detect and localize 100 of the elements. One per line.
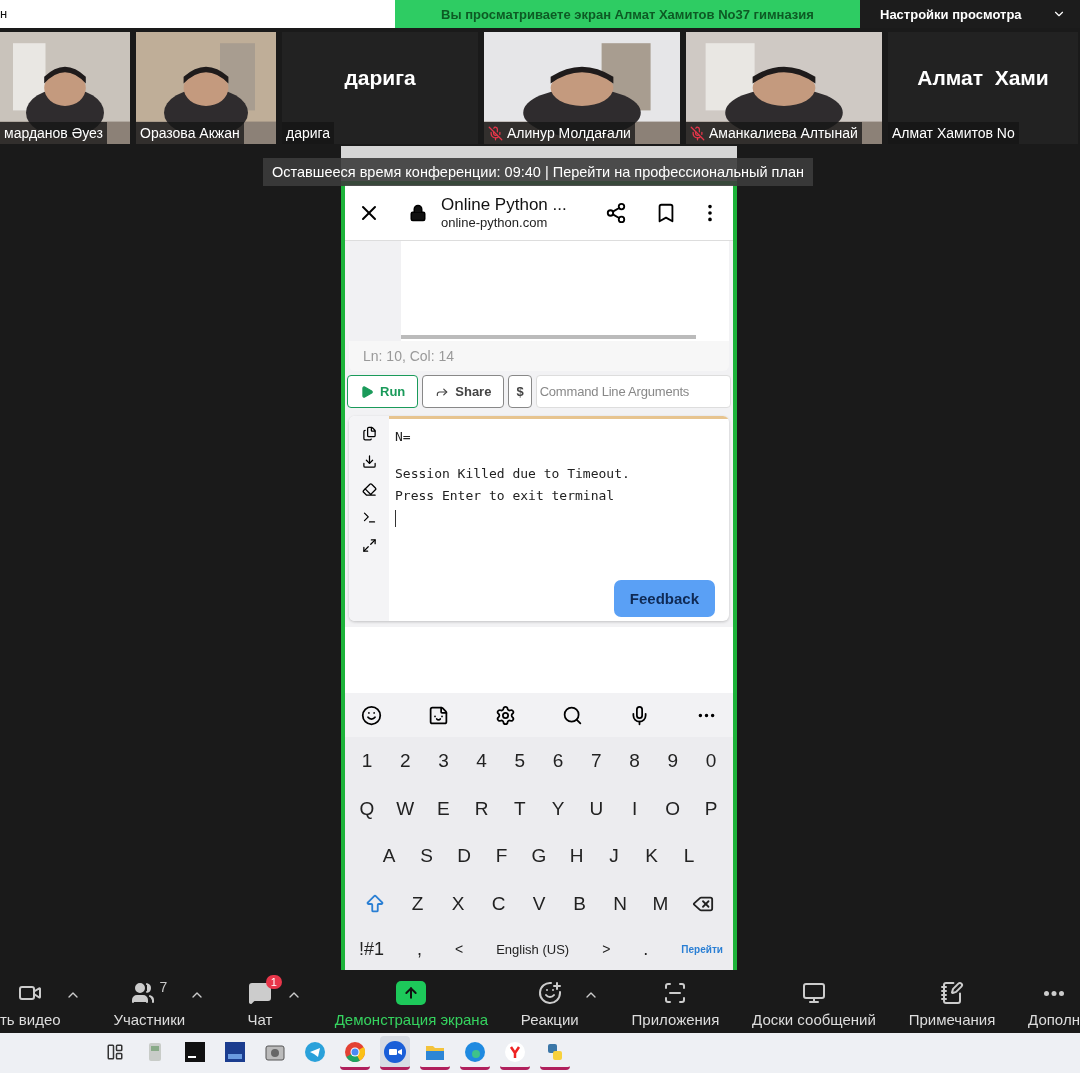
symbols-key[interactable]: !#1 [359, 938, 385, 960]
apps-icon [663, 981, 688, 1005]
run-button[interactable]: Run [347, 375, 419, 408]
arguments-field[interactable]: Command Line Arguments [535, 375, 731, 408]
keyboard-key[interactable]: K [637, 845, 666, 868]
smile-plus-icon [537, 981, 562, 1005]
terminal-line: Session Killed due to Timeout. [395, 466, 631, 481]
notebook-icon [939, 981, 964, 1005]
keyboard-key[interactable]: F [487, 845, 516, 868]
keyboard-key[interactable]: T [505, 797, 534, 820]
keyboard-key[interactable]: 7 [582, 749, 611, 772]
chat-icon [247, 981, 272, 1005]
unread-badge: 1 [265, 975, 282, 989]
settings-icon[interactable] [495, 704, 516, 726]
toolbar-button[interactable]: ть видео [0, 975, 61, 1028]
terminal-line: Press Enter to exit terminal [395, 488, 616, 503]
previous-language-key[interactable]: < [455, 941, 464, 957]
play-icon [360, 384, 374, 399]
sticker-icon[interactable] [428, 704, 449, 726]
share-screen-icon [396, 981, 427, 1005]
toolbar-button[interactable]: Доски сообщений [752, 975, 876, 1028]
keyboard-key[interactable]: J [600, 845, 628, 868]
copy-icon[interactable] [361, 426, 377, 441]
keyboard-key[interactable]: G [525, 845, 553, 868]
terminal-icon[interactable] [361, 510, 377, 525]
keyboard-key[interactable]: 3 [429, 749, 458, 772]
participant-display-name: дарига [344, 66, 416, 90]
keyboard-key[interactable]: L [675, 845, 703, 868]
keyboard-key[interactable]: W [391, 797, 420, 820]
participant-tile[interactable]: Алинур Молдағали [484, 32, 680, 144]
taskbar-app[interactable] [380, 1036, 410, 1070]
participant-tile[interactable]: Оразова Акжан [136, 32, 276, 144]
drive-icon [147, 1041, 163, 1062]
keyboard-key[interactable]: Q [353, 797, 381, 820]
participant-tile[interactable]: Аманкалиева Алтынай [686, 32, 882, 144]
keyboard-key[interactable]: B [565, 893, 594, 916]
participant-name: дарига [282, 122, 335, 144]
feedback-button[interactable]: Feedback [613, 580, 715, 617]
toolbar-button[interactable]: 1 Чат [237, 975, 282, 1028]
keyboard-key[interactable]: 2 [391, 749, 420, 772]
terminal-line: N= [395, 429, 412, 444]
camera-icon [265, 1042, 285, 1061]
keyboard-key[interactable]: 9 [658, 749, 687, 772]
keyboard-key[interactable]: 6 [544, 749, 573, 772]
keyboard-key[interactable]: E [429, 797, 458, 820]
toolbar-button[interactable]: Дополн [1028, 975, 1080, 1028]
keyboard-key[interactable]: N [606, 893, 634, 916]
keyboard-key[interactable]: R [467, 797, 496, 820]
keyboard-key[interactable]: M [646, 893, 675, 916]
keyboard-key[interactable]: V [525, 893, 553, 916]
participant-name: Оразова Акжан [136, 122, 244, 144]
keyboard-key[interactable]: 1 [353, 749, 381, 772]
share-icon[interactable] [605, 201, 627, 224]
browser-icon [465, 1041, 485, 1062]
download-icon[interactable] [361, 454, 377, 469]
participant-name: Аманкалиева Алтынай [686, 122, 862, 144]
keyboard-key[interactable]: Y [544, 797, 573, 820]
participant-tile[interactable]: дарига дарига [282, 32, 478, 144]
more-icon [1044, 990, 1064, 996]
participant-name: марданов Әуез [0, 122, 107, 144]
toolbar-button[interactable]: Демонстрация экрана [334, 975, 488, 1028]
eraser-icon[interactable] [361, 482, 377, 497]
keyboard-key[interactable]: H [562, 845, 591, 868]
keyboard-key[interactable]: 0 [696, 749, 725, 772]
keyboard-key[interactable]: D [450, 845, 478, 868]
dollar-button[interactable]: $ [508, 375, 532, 408]
space-key[interactable]: English (US) [496, 941, 570, 957]
participant-display-name: Алмат Хами [917, 66, 1049, 90]
video-app-icon [384, 1040, 406, 1063]
keyboard-key[interactable]: 5 [505, 749, 534, 772]
toolbar-button[interactable]: 7 Участники [113, 975, 186, 1028]
text-cursor [395, 510, 396, 527]
toolbar-button[interactable]: Реакции [520, 975, 579, 1028]
keyboard-key[interactable]: I [620, 797, 649, 820]
view-settings-button[interactable]: Настройки просмотра [860, 0, 1080, 28]
share-button[interactable]: Share [422, 375, 505, 408]
expand-icon[interactable] [361, 538, 377, 553]
keyboard-key[interactable]: U [582, 797, 611, 820]
toolbar-button[interactable]: Приложения [631, 975, 720, 1028]
search-icon[interactable] [562, 704, 583, 726]
comma-key[interactable]: , [417, 938, 423, 960]
next-language-key[interactable]: > [602, 941, 611, 957]
keyboard-key[interactable]: S [412, 845, 441, 868]
go-key[interactable]: Перейти [681, 943, 723, 955]
smile-icon[interactable] [361, 704, 382, 726]
period-key[interactable]: . [643, 938, 649, 960]
keyboard-key[interactable]: A [375, 845, 403, 868]
keyboard-key[interactable]: 8 [620, 749, 649, 772]
toolbar-button[interactable]: Примечания [908, 975, 996, 1028]
participant-tile[interactable]: марданов Әуез [0, 32, 130, 144]
keyboard-key[interactable]: Z [403, 893, 432, 916]
keyboard-key[interactable]: C [484, 893, 513, 916]
scrollbar[interactable] [401, 335, 696, 339]
keyboard-key[interactable]: O [658, 797, 687, 820]
keyboard-key[interactable]: X [444, 893, 472, 916]
keyboard-key[interactable]: 4 [467, 749, 496, 772]
monitor-icon [802, 981, 826, 1005]
keyboard-key[interactable]: P [696, 797, 725, 820]
browser-icon [345, 1041, 365, 1062]
participant-tile[interactable]: Алмат Хами Алмат Хамитов No [888, 32, 1078, 144]
